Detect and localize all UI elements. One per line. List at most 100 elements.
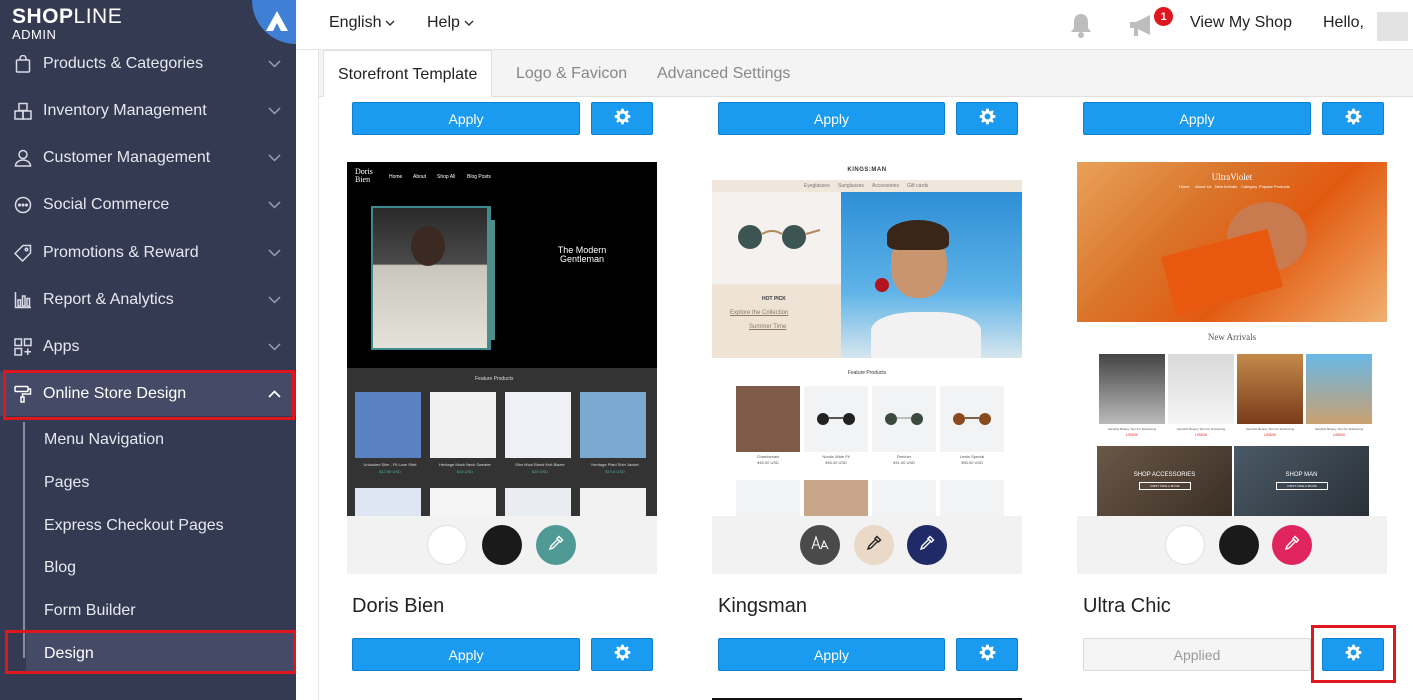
product-name: Chamberlain xyxy=(756,454,780,459)
banner-accessories: SHOP ACCESSORIES FIRST TAKE A MOVE xyxy=(1097,446,1232,516)
preview-nav-item: Home xyxy=(389,174,403,180)
product-thumb xyxy=(355,392,421,458)
tag-icon xyxy=(14,244,32,262)
product-name: Sensible Beauty Tips For Enhancing xyxy=(1176,427,1226,431)
template-name: Doris Bien xyxy=(352,595,445,617)
product-price: $16 USD xyxy=(456,469,474,474)
product-thumb xyxy=(580,488,646,516)
color-swatch-white[interactable] xyxy=(427,525,467,565)
hero-image: UltraViolet Home About Us New Arrivals C… xyxy=(1077,162,1387,322)
chevron-down-icon xyxy=(268,296,282,304)
preview-nav-item: About xyxy=(413,174,427,180)
shopline-logo[interactable]: SHOPLINE ADMIN xyxy=(12,5,123,42)
tab-storefront-template[interactable]: Storefront Template xyxy=(323,50,493,97)
product-thumb xyxy=(355,488,421,516)
settings-button[interactable] xyxy=(1322,638,1384,671)
sidebar-item-apps[interactable]: Apps xyxy=(0,325,296,369)
sidebar-item-reports[interactable]: Report & Analytics xyxy=(0,278,296,322)
product-thumb xyxy=(736,480,800,516)
tab-advanced-settings[interactable]: Advanced Settings xyxy=(643,50,804,97)
submenu-item-menu-navigation[interactable]: Menu Navigation xyxy=(44,431,164,449)
product-name: Lewis Special xyxy=(959,454,985,459)
product-name: Sensible Beauty Tips For Enhancing xyxy=(1314,427,1364,431)
settings-button[interactable] xyxy=(956,102,1018,135)
submenu-item-design[interactable]: Design xyxy=(44,645,94,663)
eyedropper-icon xyxy=(548,535,564,556)
color-swatch-black[interactable] xyxy=(1219,525,1259,565)
settings-button[interactable] xyxy=(1322,102,1384,135)
submenu-item-form-builder[interactable]: Form Builder xyxy=(44,602,136,620)
view-my-shop-link[interactable]: View My Shop xyxy=(1190,14,1292,32)
product-thumb xyxy=(1099,354,1165,424)
apply-button[interactable]: Apply xyxy=(1083,102,1311,135)
hero-image xyxy=(841,192,1022,358)
logo-text-thin: LINE xyxy=(73,5,123,28)
tab-logo-favicon[interactable]: Logo & Favicon xyxy=(502,50,641,97)
settings-button[interactable] xyxy=(956,638,1018,671)
preview-nav-item: Category xyxy=(1241,184,1258,189)
language-dropdown[interactable]: English xyxy=(329,14,395,32)
template-preview-kingsman[interactable]: KINGS:MAN Eyeglasses Sunglasses Accessor… xyxy=(712,162,1022,516)
color-picker-button[interactable] xyxy=(907,525,947,565)
product-name: Nordic Wide Fit xyxy=(822,454,850,459)
product-price: ¥55.00 USD xyxy=(961,460,983,465)
color-picker-button[interactable] xyxy=(536,525,576,565)
hero-model-head xyxy=(411,226,445,266)
sidebar-item-customers[interactable]: Customer Management xyxy=(0,136,296,180)
product-price: $19.8 USD xyxy=(605,469,625,474)
top-bar: English Help 1 View My Shop Hello, xyxy=(296,0,1413,50)
sidebar-item-label: Customer Management xyxy=(43,149,211,166)
gear-icon xyxy=(1345,644,1362,666)
preview-nav-item: New Arrivals xyxy=(1215,184,1238,189)
sidebar-item-label: Promotions & Reward xyxy=(43,244,199,261)
product-thumb xyxy=(940,386,1004,452)
preview-hero-label: HOT PICK xyxy=(762,296,786,302)
apply-button[interactable]: Apply xyxy=(352,102,580,135)
product-name: Heritage Plaid Shirt Jacket xyxy=(591,462,639,467)
bag-icon xyxy=(14,55,32,73)
preview-nav-item: Home xyxy=(1179,184,1190,189)
color-picker-button[interactable] xyxy=(854,525,894,565)
hero-model-hair xyxy=(887,220,949,250)
template-preview-ultra-chic[interactable]: UltraViolet Home About Us New Arrivals C… xyxy=(1077,162,1387,516)
sidebar-item-online-store-design[interactable]: Online Store Design xyxy=(0,372,296,416)
help-dropdown[interactable]: Help xyxy=(427,14,474,32)
chevron-down-icon xyxy=(268,249,282,257)
preview-hero-link: Summer Time xyxy=(749,324,787,330)
settings-button[interactable] xyxy=(591,638,653,671)
tab-bar: Storefront Template Logo & Favicon Advan… xyxy=(319,50,1413,97)
color-swatch-white[interactable] xyxy=(1165,525,1205,565)
sidebar-item-products[interactable]: Products & Categories xyxy=(0,42,296,86)
preview-header: KINGS:MAN xyxy=(712,162,1022,180)
preview-hero-link: Explore the Collection xyxy=(730,310,789,316)
avatar[interactable] xyxy=(1377,12,1408,41)
apply-button[interactable]: Apply xyxy=(718,638,945,671)
apply-button[interactable]: Apply xyxy=(718,102,945,135)
sidebar-item-promotions[interactable]: Promotions & Reward xyxy=(0,231,296,275)
sidebar-item-label: Inventory Management xyxy=(43,102,207,119)
font-style-button[interactable] xyxy=(800,525,840,565)
preview-nav-item: Shop All xyxy=(437,174,456,180)
submenu-item-blog[interactable]: Blog xyxy=(44,559,76,577)
submenu-item-pages[interactable]: Pages xyxy=(44,474,89,492)
sidebar-item-social-commerce[interactable]: Social Commerce xyxy=(0,183,296,227)
product-price: US$30 xyxy=(1125,432,1139,437)
sidebar-item-inventory[interactable]: Inventory Management xyxy=(0,89,296,133)
submenu-item-express-checkout[interactable]: Express Checkout Pages xyxy=(44,517,224,535)
product-thumb xyxy=(1168,354,1234,424)
chevron-down-icon xyxy=(268,154,282,162)
bell-icon[interactable] xyxy=(1068,12,1094,44)
apply-button[interactable]: Apply xyxy=(352,638,580,671)
template-preview-doris-bien[interactable]: Doris Bien Home About Shop All Blog Post… xyxy=(347,162,657,516)
preview-nav: Doris Bien Home About Shop All Blog Post… xyxy=(347,162,657,190)
color-swatch-bar xyxy=(1077,516,1387,574)
settings-button[interactable] xyxy=(591,102,653,135)
color-swatch-black[interactable] xyxy=(482,525,522,565)
color-picker-button[interactable] xyxy=(1272,525,1312,565)
product-thumb xyxy=(430,392,496,458)
user-greeting[interactable]: Hello, xyxy=(1323,14,1364,32)
product-thumb xyxy=(430,488,496,516)
chevron-down-icon xyxy=(268,60,282,68)
product-price: $12.89 USD xyxy=(379,469,401,474)
preview-section-title: Feature Products xyxy=(475,376,514,382)
